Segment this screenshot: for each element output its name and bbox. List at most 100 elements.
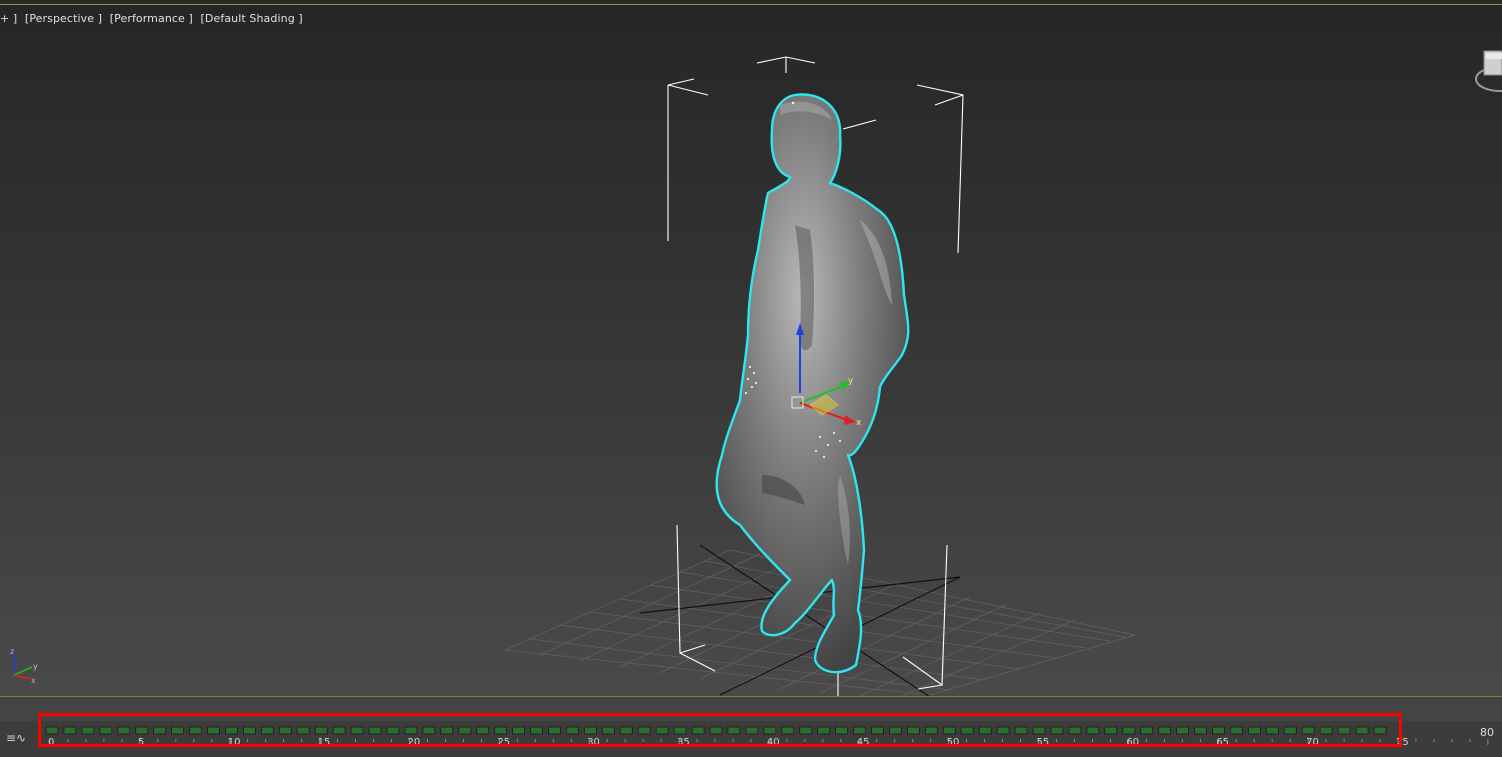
tripod-x-label: x — [31, 676, 36, 685]
animation-key[interactable] — [1319, 726, 1333, 735]
animation-key[interactable] — [1212, 726, 1225, 735]
animation-key[interactable] — [332, 726, 346, 735]
animation-key[interactable] — [566, 726, 579, 735]
animation-key[interactable] — [99, 726, 113, 735]
animation-key[interactable] — [619, 726, 633, 735]
animation-key[interactable] — [889, 726, 902, 735]
animation-key[interactable] — [1068, 726, 1082, 735]
timeline-tick-label: 50 — [947, 737, 960, 748]
timeline-tick-label: 25 — [497, 737, 510, 748]
animation-key[interactable] — [871, 726, 884, 735]
animation-key[interactable] — [1265, 726, 1279, 735]
animation-key[interactable] — [924, 726, 938, 735]
animation-key[interactable] — [45, 726, 59, 735]
track-bar-keys[interactable]: 0 5 10 15 20 25 30 35 40 45 50 55 60 65 70 75 — [0, 719, 1502, 757]
animation-key[interactable] — [709, 726, 723, 735]
animation-key[interactable] — [314, 726, 328, 735]
viewcube-icon[interactable] — [1472, 43, 1502, 99]
animation-key[interactable] — [63, 726, 77, 735]
animation-key[interactable] — [583, 726, 597, 735]
animation-key[interactable] — [1140, 726, 1154, 735]
animation-key[interactable] — [781, 726, 795, 735]
animation-key[interactable] — [117, 726, 131, 735]
animation-key[interactable] — [1050, 726, 1064, 735]
timeline-tick-label: 70 — [1306, 737, 1319, 748]
animation-key[interactable] — [1158, 726, 1172, 735]
animation-key[interactable] — [530, 726, 543, 735]
timeline-tick-label: 30 — [587, 737, 600, 748]
animation-key[interactable] — [978, 726, 992, 735]
animation-key[interactable] — [1247, 726, 1261, 735]
animation-key[interactable] — [1230, 726, 1243, 735]
animation-key[interactable] — [1301, 726, 1315, 735]
animation-key[interactable] — [853, 726, 866, 735]
animation-key[interactable] — [691, 726, 705, 735]
animation-key[interactable] — [422, 726, 436, 735]
animation-key[interactable] — [1283, 726, 1297, 735]
animation-key[interactable] — [1032, 726, 1046, 735]
animation-key[interactable] — [260, 726, 274, 735]
animation-key[interactable] — [655, 726, 669, 735]
animation-key[interactable] — [278, 726, 292, 735]
animation-key[interactable] — [673, 726, 687, 735]
tripod-z-label: z — [10, 647, 14, 656]
animation-key[interactable] — [350, 726, 364, 735]
animation-key[interactable] — [458, 726, 472, 735]
animation-key[interactable] — [745, 726, 759, 735]
timeline-end-frame: 80 — [1480, 726, 1494, 739]
animation-key[interactable] — [996, 726, 1010, 735]
perspective-viewport[interactable]: + ] [Perspective ] [Performance ] [Defau… — [0, 4, 1502, 697]
animation-key[interactable] — [207, 726, 220, 735]
timeline-tick-label: 20 — [407, 737, 420, 748]
animation-key[interactable] — [960, 726, 974, 735]
animation-key[interactable] — [907, 726, 920, 735]
gizmo-y-label: y — [848, 376, 854, 386]
animation-key[interactable] — [81, 726, 95, 735]
animation-key[interactable] — [1014, 726, 1028, 735]
animation-key[interactable] — [548, 726, 561, 735]
animation-key[interactable] — [1104, 726, 1118, 735]
animation-key[interactable] — [601, 726, 615, 735]
animation-key[interactable] — [243, 726, 256, 735]
animation-key[interactable] — [296, 726, 310, 735]
timeline-panel[interactable]: ≡∿ 0 5 10 15 20 25 30 35 40 45 50 55 60 65 70 75 — [0, 696, 1502, 757]
gizmo-x-label: x — [856, 418, 862, 428]
animation-key[interactable] — [153, 726, 167, 735]
animation-key[interactable] — [1373, 726, 1387, 735]
animation-key[interactable] — [835, 726, 849, 735]
animation-key[interactable] — [440, 726, 454, 735]
animation-key[interactable] — [1194, 726, 1207, 735]
animation-key[interactable] — [494, 726, 508, 735]
animation-key[interactable] — [225, 726, 238, 735]
timeline-tick-label: 65 — [1216, 737, 1229, 748]
animation-key[interactable] — [637, 726, 651, 735]
animation-key[interactable] — [512, 726, 525, 735]
animation-key[interactable] — [171, 726, 185, 735]
animation-key[interactable] — [1176, 726, 1189, 735]
timeline-tick-label: 60 — [1126, 737, 1139, 748]
time-slider-track[interactable] — [0, 697, 1502, 719]
animation-key[interactable] — [763, 726, 777, 735]
timeline-tick-label: 10 — [228, 737, 241, 748]
gizmo-z-label: z — [796, 316, 800, 325]
scene-canvas: z y x — [503, 56, 1136, 697]
timeline-tick-label: 55 — [1037, 737, 1050, 748]
animation-key[interactable] — [799, 726, 813, 735]
animation-key[interactable] — [368, 726, 382, 735]
animation-key[interactable] — [817, 726, 831, 735]
timeline-tick-label: 40 — [767, 737, 780, 748]
animation-key[interactable] — [476, 726, 490, 735]
timeline-tick-label: 45 — [857, 737, 870, 748]
animation-key[interactable] — [727, 726, 741, 735]
animation-key[interactable] — [404, 726, 418, 735]
animation-key[interactable] — [386, 726, 400, 735]
tripod-y-label: y — [33, 662, 38, 671]
animation-key[interactable] — [189, 726, 202, 735]
animation-key[interactable] — [1355, 726, 1369, 735]
animation-key[interactable] — [1086, 726, 1100, 735]
animation-key[interactable] — [1122, 726, 1136, 735]
animation-key[interactable] — [135, 726, 149, 735]
timeline-tick-label: 35 — [677, 737, 690, 748]
animation-key[interactable] — [1337, 726, 1351, 735]
animation-key[interactable] — [942, 726, 956, 735]
